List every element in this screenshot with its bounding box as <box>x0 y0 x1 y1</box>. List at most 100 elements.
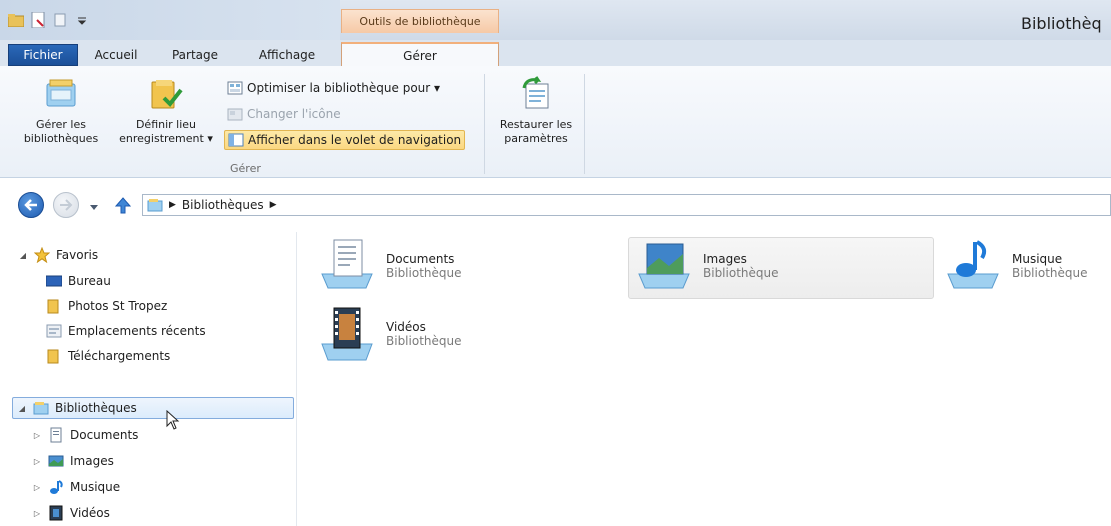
nav-item-images[interactable]: ▷ Images <box>32 450 114 472</box>
desktop-icon <box>46 275 62 287</box>
set-save-location-label-2: enregistrement ▾ <box>119 132 213 145</box>
breadcrumb-separator-icon[interactable]: ▶ <box>270 200 277 210</box>
nav-item-label: Bureau <box>68 274 111 288</box>
videos-icon <box>49 505 63 521</box>
nav-item-documents[interactable]: ▷ Documents <box>32 424 138 446</box>
arrow-right-icon <box>60 199 73 211</box>
folder-icon <box>47 349 59 364</box>
videos-library-icon <box>321 307 373 361</box>
forward-button[interactable] <box>53 192 79 218</box>
set-save-location-button[interactable]: Définir lieu enregistrement ▾ <box>112 76 220 146</box>
nav-item-label: Vidéos <box>70 506 110 520</box>
restore-settings-button[interactable]: Restaurer les paramètres <box>490 76 582 146</box>
group-separator <box>584 74 585 174</box>
mouse-cursor-icon <box>166 409 180 433</box>
manage-libraries-button[interactable]: Gérer les bibliothèques <box>16 76 106 146</box>
expand-arrow-icon[interactable]: ▷ <box>32 509 42 518</box>
folder-icon[interactable] <box>8 12 24 28</box>
recent-locations-dropdown[interactable] <box>90 200 98 214</box>
expand-arrow-icon[interactable]: ◢ <box>17 404 27 413</box>
restore-settings-label-1: Restaurer les <box>499 118 573 131</box>
tab-view[interactable]: Affichage <box>246 44 328 66</box>
star-icon <box>34 247 50 263</box>
nav-item-downloads[interactable]: Téléchargements <box>46 345 170 367</box>
tile-name: Images <box>703 252 747 266</box>
breadcrumb-separator-icon[interactable]: ▶ <box>169 200 176 210</box>
breadcrumb-libraries[interactable]: Bibliothèques <box>182 198 264 212</box>
nav-item-desktop[interactable]: Bureau <box>46 270 111 292</box>
expand-arrow-icon[interactable]: ▷ <box>32 457 42 466</box>
nav-item-photos[interactable]: Photos St Tropez <box>46 295 167 317</box>
library-tile-music[interactable]: Musique Bibliothèque <box>944 238 1110 298</box>
tile-type: Bibliothèque <box>386 266 462 280</box>
nav-item-label: Musique <box>70 480 121 494</box>
libraries-icon <box>33 402 49 415</box>
change-icon-icon <box>227 108 243 121</box>
expand-arrow-icon[interactable]: ▷ <box>32 431 42 440</box>
library-tile-images[interactable]: Images Bibliothèque <box>628 237 934 299</box>
tab-manage[interactable]: Gérer <box>341 42 499 68</box>
optimize-icon <box>227 81 243 95</box>
customize-toolbar-icon[interactable] <box>74 12 90 28</box>
up-button[interactable] <box>114 196 132 217</box>
context-tab-header: Outils de bibliothèque <box>341 9 499 33</box>
manage-libraries-label-2: bibliothèques <box>23 132 99 145</box>
nav-pane-icon <box>228 133 244 147</box>
images-library-icon <box>638 243 690 289</box>
nav-item-videos[interactable]: ▷ Vidéos <box>32 502 110 524</box>
properties-icon[interactable] <box>30 12 46 28</box>
manage-libraries-icon <box>46 79 76 107</box>
recent-places-icon <box>46 324 62 338</box>
change-icon-button[interactable]: Changer l'icône <box>224 104 344 124</box>
nav-item-label: Téléchargements <box>68 349 171 363</box>
expand-arrow-icon[interactable]: ◢ <box>18 251 28 260</box>
expand-arrow-icon[interactable]: ▷ <box>32 483 42 492</box>
address-bar[interactable]: ▶ Bibliothèques ▶ <box>142 194 1111 216</box>
ribbon-tabs: Fichier Accueil Partage Affichage Gérer <box>0 40 1111 68</box>
documents-library-icon <box>321 239 373 289</box>
nav-item-recent[interactable]: Emplacements récents <box>46 320 206 342</box>
library-tile-documents[interactable]: Documents Bibliothèque <box>318 238 608 298</box>
images-icon <box>48 455 64 467</box>
arrow-left-icon <box>24 199 37 211</box>
show-in-nav-pane-label: Afficher dans le volet de navigation <box>248 133 462 147</box>
folder-check-icon <box>151 80 183 109</box>
back-button[interactable] <box>18 192 44 218</box>
optimize-library-label: Optimiser la bibliothèque pour ▾ <box>247 81 441 95</box>
window-title: Bibliothèq <box>1021 14 1102 33</box>
show-in-nav-pane-button[interactable]: Afficher dans le volet de navigation <box>224 130 466 150</box>
nav-item-label: Photos St Tropez <box>68 299 168 313</box>
nav-item-label: Documents <box>70 428 139 442</box>
tab-share[interactable]: Partage <box>160 44 230 66</box>
nav-favorites-label: Favoris <box>56 248 99 262</box>
nav-libraries-label: Bibliothèques <box>55 401 137 415</box>
manage-libraries-label-1: Gérer les <box>36 118 86 131</box>
change-icon-label: Changer l'icône <box>247 107 341 121</box>
tile-type: Bibliothèque <box>703 266 779 280</box>
nav-item-label: Images <box>70 454 114 468</box>
tile-name: Musique <box>1012 252 1063 266</box>
tab-file[interactable]: Fichier <box>8 44 78 66</box>
nav-item-label: Emplacements récents <box>68 324 206 338</box>
chevron-down-icon <box>90 205 98 210</box>
library-tile-videos[interactable]: Vidéos Bibliothèque <box>318 306 608 368</box>
set-save-location-label-1: Définir lieu <box>135 118 197 131</box>
tab-home[interactable]: Accueil <box>84 44 148 66</box>
group-separator <box>484 74 485 174</box>
new-folder-icon[interactable] <box>52 12 68 28</box>
optimize-library-button[interactable]: Optimiser la bibliothèque pour ▾ <box>224 78 443 98</box>
title-bar: Outils de bibliothèque Bibliothèq <box>0 0 1111 40</box>
group-label-manage: Gérer <box>230 162 261 175</box>
nav-favorites[interactable]: ◢ Favoris <box>18 244 98 266</box>
tile-name: Vidéos <box>386 320 426 334</box>
tile-type: Bibliothèque <box>1012 266 1088 280</box>
address-row: ▶ Bibliothèques ▶ <box>0 190 1111 220</box>
arrow-up-icon <box>114 197 132 214</box>
nav-libraries[interactable]: ◢ Bibliothèques <box>12 397 294 419</box>
music-library-icon <box>947 240 999 289</box>
ribbon: Gérer les bibliothèques Définir lieu enr… <box>0 66 1111 178</box>
nav-item-music[interactable]: ▷ Musique <box>32 476 120 498</box>
documents-icon <box>50 427 62 443</box>
restore-settings-label-2: paramètres <box>504 132 568 145</box>
restore-icon <box>522 76 549 109</box>
